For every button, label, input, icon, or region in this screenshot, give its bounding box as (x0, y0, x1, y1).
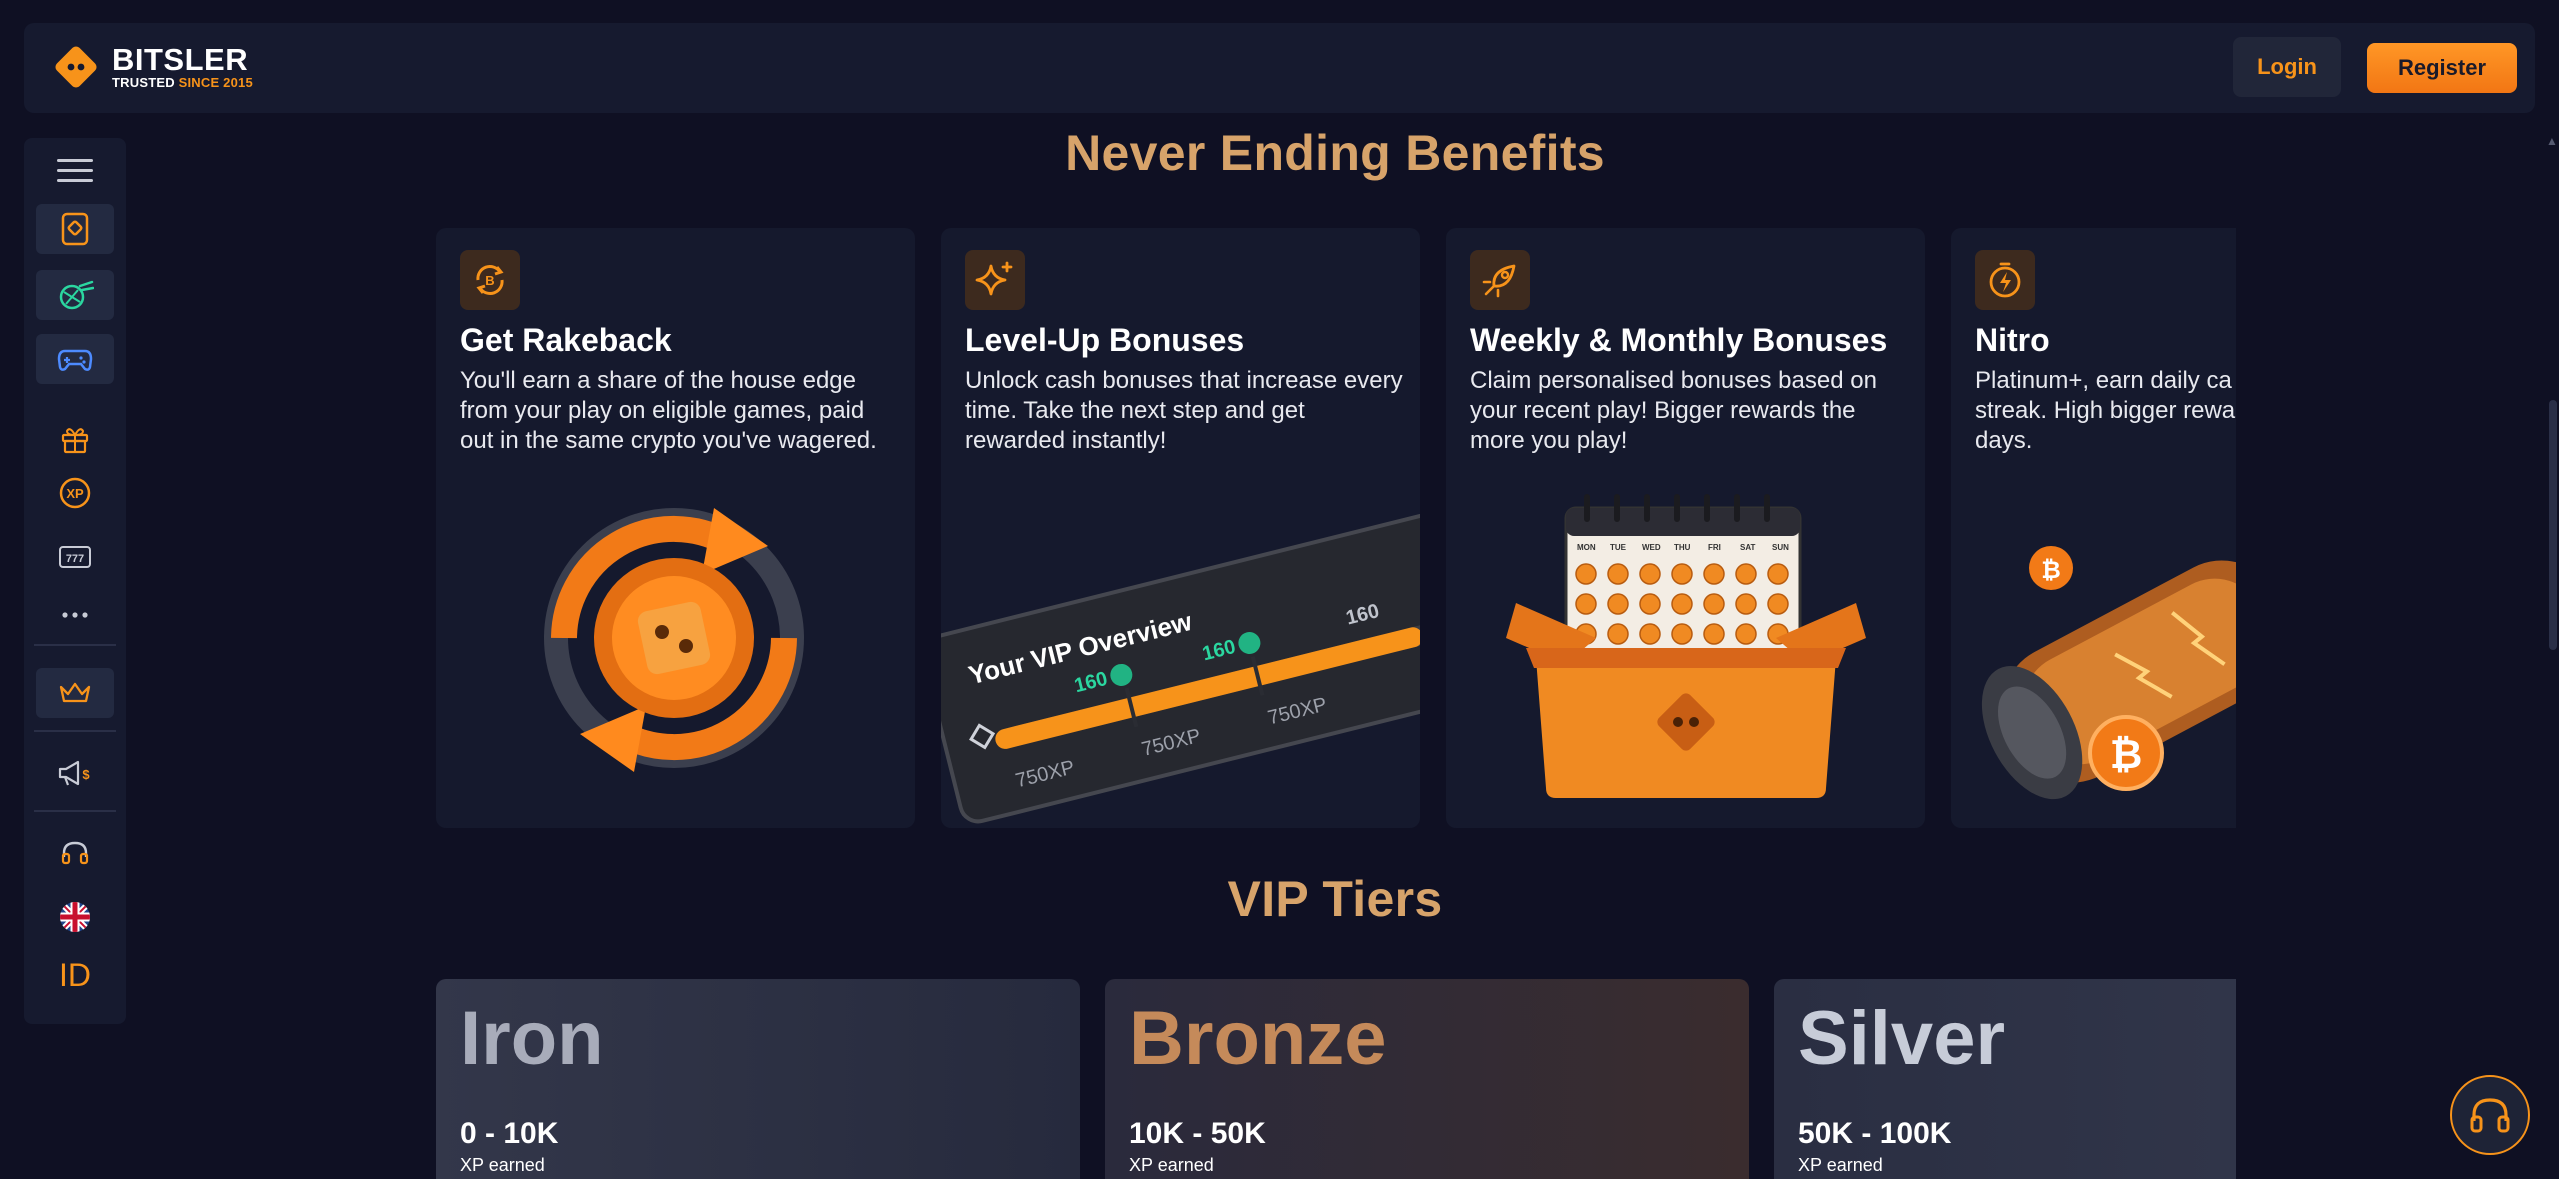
gamepad-icon (57, 349, 93, 371)
card-title: Nitro (1975, 322, 2050, 358)
card-description: Unlock cash bonuses that increase every … (965, 367, 1403, 454)
calendar-day: THU (1674, 543, 1691, 552)
live-support-button[interactable] (2450, 1075, 2530, 1155)
sidebar-item-support[interactable] (36, 828, 114, 878)
tier-card-iron[interactable]: Iron 0 - 10K XP earned (436, 979, 1080, 1179)
sidebar-item-language[interactable] (36, 892, 114, 942)
tier-card-silver[interactable]: Silver 50K - 100K XP earned (1774, 979, 2236, 1179)
rocket-icon (1470, 250, 1530, 310)
calendar-day: FRI (1708, 543, 1721, 552)
card-description: You'll earn a share of the house edge fr… (460, 367, 877, 454)
svg-text:XP: XP (66, 486, 84, 501)
card-title: Level-Up Bonuses (965, 322, 1245, 358)
sidebar-item-xp[interactable]: XP (36, 468, 114, 518)
nitro-illustration: ₿ ₿ (1981, 546, 2236, 800)
benefits-title: Never Ending Benefits (1065, 125, 1605, 181)
svg-text:B: B (485, 273, 494, 288)
login-button[interactable]: Login (2233, 37, 2341, 97)
vip-tiers-title: VIP Tiers (1227, 871, 1443, 927)
sparkle-icon (965, 250, 1025, 310)
benefits-carousel: B Get Rakeback You'll earn a share of th… (436, 228, 2236, 828)
tier-xp-range: 50K - 100K (1798, 1117, 1952, 1150)
benefit-card-level-up[interactable]: Level-Up Bonuses Unlock cash bonuses tha… (941, 228, 1420, 828)
tagline-prefix: TRUSTED (112, 75, 175, 90)
calendar-day: TUE (1610, 543, 1627, 552)
calendar-day: WED (1642, 543, 1661, 552)
svg-text:$: $ (82, 767, 90, 782)
sidebar-item-id[interactable]: ID (36, 950, 114, 1000)
calendar-day: SUN (1772, 543, 1789, 552)
tier-name: Bronze (1129, 996, 1387, 1081)
tier-card-bronze[interactable]: Bronze 10K - 50K XP earned (1105, 979, 1749, 1179)
xp-icon: XP (59, 477, 91, 509)
tier-xp-caption: XP earned (460, 1155, 545, 1175)
register-button[interactable]: Register (2367, 43, 2517, 93)
tier-xp-caption: XP earned (1798, 1155, 1883, 1175)
slots-icon: 777 (59, 546, 91, 568)
menu-icon (57, 159, 93, 182)
svg-text:₿: ₿ (2041, 557, 2061, 584)
sidebar-item-vip[interactable] (36, 668, 114, 718)
calendar-day: MON (1577, 543, 1596, 552)
headphones-icon (61, 841, 89, 865)
sidebar-item-casino[interactable] (36, 204, 114, 254)
logo-mark-icon (48, 39, 104, 95)
crown-icon (59, 682, 91, 703)
svg-text:₿: ₿ (2110, 733, 2143, 777)
gift-icon (61, 428, 89, 454)
sidebar-divider (34, 810, 116, 812)
sidebar-item-promotions[interactable]: $ (36, 748, 114, 798)
tier-xp-range: 10K - 50K (1129, 1117, 1266, 1150)
bitsler-logo[interactable]: BITSLER TRUSTED SINCE 2015 (48, 39, 253, 95)
sidebar-item-games[interactable] (36, 334, 114, 384)
top-header: BITSLER TRUSTED SINCE 2015 Login Registe… (24, 23, 2535, 113)
card-description: Platinum+, earn daily ca on play and str… (1975, 367, 2236, 454)
casino-icon (61, 212, 89, 246)
logo-tagline: TRUSTED SINCE 2015 (112, 76, 253, 90)
tagline-accent: SINCE 2015 (178, 75, 253, 90)
vip-tiers-carousel: Iron 0 - 10K XP earned Bronze 10K - 50K … (436, 979, 2236, 1179)
sidebar-divider (34, 730, 116, 732)
card-title: Get Rakeback (460, 322, 672, 358)
svg-text:777: 777 (66, 553, 84, 565)
sidebar-divider (34, 644, 116, 646)
nitro-icon (1975, 250, 2035, 310)
more-icon (62, 612, 88, 618)
calendar-box-illustration: MON TUE WED THU FRI SAT SUN (1506, 494, 1866, 798)
menu-button[interactable] (36, 146, 114, 196)
tier-name: Iron (460, 996, 604, 1081)
card-title: Weekly & Monthly Bonuses (1470, 322, 1888, 358)
scroll-up-arrow-icon[interactable]: ▲ (2546, 134, 2558, 148)
megaphone-icon: $ (58, 760, 90, 786)
tier-xp-range: 0 - 10K (460, 1117, 559, 1150)
sidebar: XP 777 $ ID (24, 138, 126, 1024)
sports-icon (59, 280, 94, 310)
tier-xp-caption: XP earned (1129, 1155, 1214, 1175)
uk-flag-icon (60, 902, 90, 932)
page-scrollbar-thumb[interactable] (2549, 400, 2557, 650)
sidebar-item-gifts[interactable] (36, 414, 114, 464)
headphones-icon (2470, 1098, 2510, 1133)
sidebar-item-slots[interactable]: 777 (36, 532, 114, 582)
rakeback-icon: B (460, 250, 520, 310)
rakeback-illustration (544, 508, 804, 772)
benefit-card-nitro[interactable]: Nitro Platinum+, earn daily ca on play a… (1951, 228, 2236, 828)
sidebar-item-more[interactable] (36, 590, 114, 640)
tier-name: Silver (1798, 996, 2006, 1081)
card-description: Claim personalised bonuses based on your… (1470, 367, 1877, 454)
benefit-card-rakeback[interactable]: B Get Rakeback You'll earn a share of th… (436, 228, 915, 828)
id-label: ID (59, 956, 91, 993)
sidebar-item-sports[interactable] (36, 270, 114, 320)
calendar-day: SAT (1740, 543, 1756, 552)
benefit-card-weekly-monthly[interactable]: Weekly & Monthly Bonuses Claim personali… (1446, 228, 1925, 828)
logo-name: BITSLER (112, 42, 249, 77)
vip-overview-illustration: Your VIP Overview 160 160 160 750XP 750X… (941, 507, 1420, 824)
